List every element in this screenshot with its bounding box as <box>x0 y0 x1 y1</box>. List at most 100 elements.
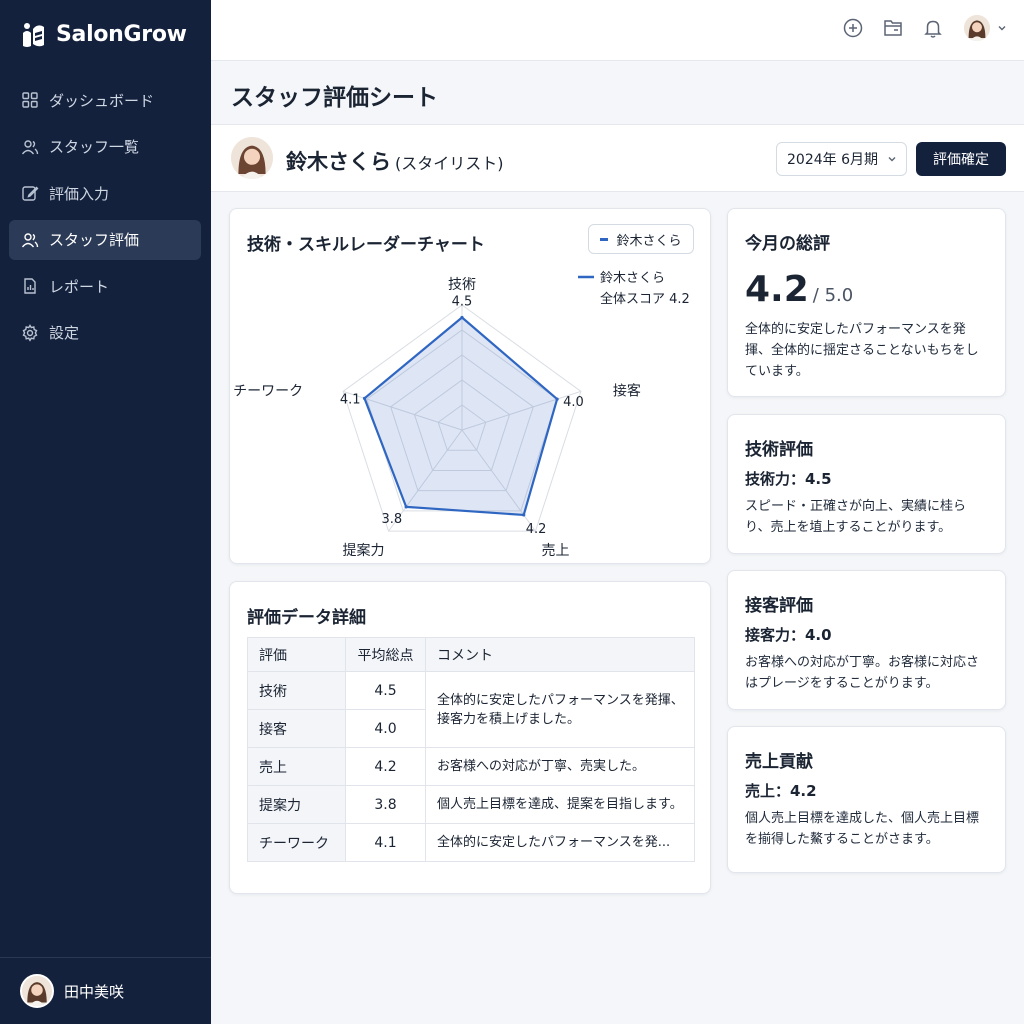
tech-evaluation-card: 技術評価 技術力：4.5 スピード・正確さが向上、実績に桂らり、売上を埴上するこ… <box>727 414 1006 554</box>
sales-contribution-card: 売上貢献 売上：4.2 個人売上目標を達成した、個人売上目標を揃得した鰲すること… <box>727 726 1006 873</box>
salongrow-logo-icon <box>23 23 44 47</box>
sidebar-item-staff-evaluation[interactable]: スタッフ評価 <box>9 219 201 260</box>
current-user[interactable]: 田中美咲 <box>0 957 211 1024</box>
sidebar-item-label: 設定 <box>49 324 80 342</box>
evaluation-detail-card: 評価データ詳細 評価 平均総点 コメント 技術 4.5 全体的に安定したパフォー… <box>229 581 711 894</box>
period-select[interactable]: 2024年 6月期 <box>776 142 907 176</box>
overall-score-value: 4.2 <box>745 269 809 310</box>
sidebar-item-label: 評価入力 <box>49 184 110 203</box>
radar-value-label: 4.0 <box>563 395 584 410</box>
row-label: 接客 <box>247 709 346 748</box>
brand[interactable]: SalonGrow <box>20 16 187 52</box>
staff-name-text: 鈴木さくら <box>286 150 391 174</box>
user-avatar-icon <box>964 15 990 41</box>
radar-chart-card: 技術 4.5 接客 4.0 売上 4.2 提案力 3.8 チーワーク 4.1 鈴木さくら 全体スコア … <box>229 208 711 564</box>
staff-name: 鈴木さくら (スタイリスト) <box>286 146 504 176</box>
current-user-name: 田中美咲 <box>64 982 125 1001</box>
sales-contribution-score: 売上：4.2 <box>745 782 817 800</box>
period-select-value: 2024年 6月期 <box>787 152 878 168</box>
app-name: SalonGrow <box>56 21 187 47</box>
radar-axis-label: 接客 <box>613 382 641 399</box>
row-score: 4.0 <box>345 709 426 748</box>
table-row: 提案力 3.8 個人売上目標を達成、提案を目指します。 <box>247 785 695 824</box>
column-header: コメント <box>425 637 695 672</box>
users-icon <box>21 139 39 154</box>
evaluation-detail-title: 評価データ詳細 <box>247 608 366 628</box>
sidebar-item-label: ダッシュボード <box>49 91 155 110</box>
row-comment: お客様への対応が丁寧、売実した。 <box>425 747 695 786</box>
evaluation-table: 評価 平均総点 コメント 技術 4.5 全体的に安定したパフォーマンスを発揮、接… <box>247 637 695 862</box>
chevron-down-icon <box>998 26 1006 31</box>
radar-axis-label: チーワーク <box>233 383 303 399</box>
radar-point <box>460 315 464 320</box>
legend-label: 鈴木さくら <box>616 233 682 249</box>
radar-value-label: 4.2 <box>526 522 547 537</box>
row-label: チーワーク <box>247 823 346 862</box>
radar-point <box>555 397 559 401</box>
radar-point <box>362 396 367 400</box>
radar-chart-title: 技術・スキルレーダーチャート <box>247 235 485 255</box>
row-comment: 個人売上目標を達成、提案を目指します。 <box>425 785 695 824</box>
staff-avatar-icon <box>231 137 273 179</box>
table-row: 売上 4.2 お客様への対応が丁寧、売実した。 <box>247 747 695 786</box>
column-header: 評価 <box>247 637 346 672</box>
folder-icon[interactable] <box>882 17 904 39</box>
sidebar-item-dashboard[interactable]: ダッシュボード <box>9 80 201 120</box>
report-icon <box>24 278 36 294</box>
overlay-overall-score: 全体スコア 4.2 <box>600 291 690 307</box>
radar-point <box>404 505 408 509</box>
overall-score-max: / 5.0 <box>812 285 854 306</box>
radar-axis-label: 技術 <box>448 277 476 293</box>
overlay-legend-name: 鈴木さくら <box>600 271 665 286</box>
table-row: チーワーク 4.1 全体的に安定したパフォーマンスを発... <box>247 823 695 862</box>
staff-avatar <box>229 135 275 181</box>
page-title: スタッフ評価シート <box>231 85 438 111</box>
sidebar-item-staff-list[interactable]: スタッフ一覧 <box>9 127 201 167</box>
add-circle-icon[interactable] <box>842 17 864 39</box>
table-header-row: 評価 平均総点 コメント <box>247 637 695 672</box>
users-icon <box>21 232 39 247</box>
sales-contribution-text: 個人売上目標を達成した、個人売上目標を揃得した鰲することがさます。 <box>745 811 980 847</box>
row-label: 技術 <box>247 671 346 710</box>
sidebar-item-report[interactable]: レポート <box>9 266 201 306</box>
tech-evaluation-text: スピード・正確さが向上、実績に桂らり、売上を埴上することがります。 <box>745 499 967 535</box>
radar-axis-label: 提案力 <box>343 542 385 559</box>
user-menu[interactable] <box>962 13 1008 43</box>
row-comment: 全体的に安定したパフォーマンスを発... <box>425 823 695 862</box>
sidebar: SalonGrow ダッシュボード スタッフ一覧 評価入力 スタッフ評価 レポー… <box>0 0 211 1024</box>
edit-icon <box>22 186 39 201</box>
bell-icon[interactable] <box>922 17 944 39</box>
row-score: 4.2 <box>345 747 426 786</box>
user-avatar-icon <box>22 976 52 1006</box>
avatar <box>962 13 992 43</box>
summary-text: 全体的に安定したパフォーマンスを発揮、全体的に揺定さることないもちをしています。 <box>745 322 979 379</box>
row-comment: 全体的に安定したパフォーマンスを発揮、接客力を積上げました。 <box>425 671 695 748</box>
staff-role: (スタイリスト) <box>395 154 504 173</box>
row-score: 4.1 <box>345 823 426 862</box>
sales-contribution-title: 売上貢献 <box>745 752 813 772</box>
row-label: 売上 <box>247 747 346 786</box>
column-header: 平均総点 <box>345 637 426 672</box>
chart-legend[interactable]: 鈴木さくら <box>588 224 694 254</box>
row-score: 3.8 <box>345 785 426 824</box>
top-bar <box>211 0 1024 61</box>
monthly-summary-card: 今月の総評 4.2/ 5.0 全体的に安定したパフォーマンスを発揮、全体的に揺定… <box>727 208 1006 397</box>
sidebar-item-evaluation-input[interactable]: 評価入力 <box>9 173 201 213</box>
dashboard-icon <box>22 92 38 108</box>
radar-point <box>522 513 526 517</box>
table-row: 技術 4.5 全体的に安定したパフォーマンスを発揮、接客力を積上げました。 <box>247 671 695 748</box>
legend-swatch <box>600 237 609 241</box>
radar-chart: 技術 4.5 接客 4.0 売上 4.2 提案力 3.8 チーワーク 4.1 鈴木さくら全体スコア … <box>233 271 690 559</box>
service-evaluation-title: 接客評価 <box>745 596 813 616</box>
confirm-evaluation-button[interactable]: 評価確定 <box>916 142 1006 176</box>
row-score: 4.5 <box>345 671 426 710</box>
sidebar-item-settings[interactable]: 設定 <box>9 313 201 353</box>
radar-value-label: 3.8 <box>381 512 402 527</box>
service-evaluation-score: 接客力：4.0 <box>745 626 832 644</box>
tech-evaluation-score: 技術力：4.5 <box>745 470 832 488</box>
sidebar-item-label: レポート <box>49 277 110 296</box>
gear-icon <box>22 323 38 342</box>
radar-value-label: 4.1 <box>340 392 361 407</box>
staff-header: 鈴木さくら (スタイリスト) 2024年 6月期 評価確定 <box>211 124 1024 192</box>
service-evaluation-card: 接客評価 接客力：4.0 お客様への対応が丁寧。お客様に対応さはプレージをするこ… <box>727 570 1006 710</box>
